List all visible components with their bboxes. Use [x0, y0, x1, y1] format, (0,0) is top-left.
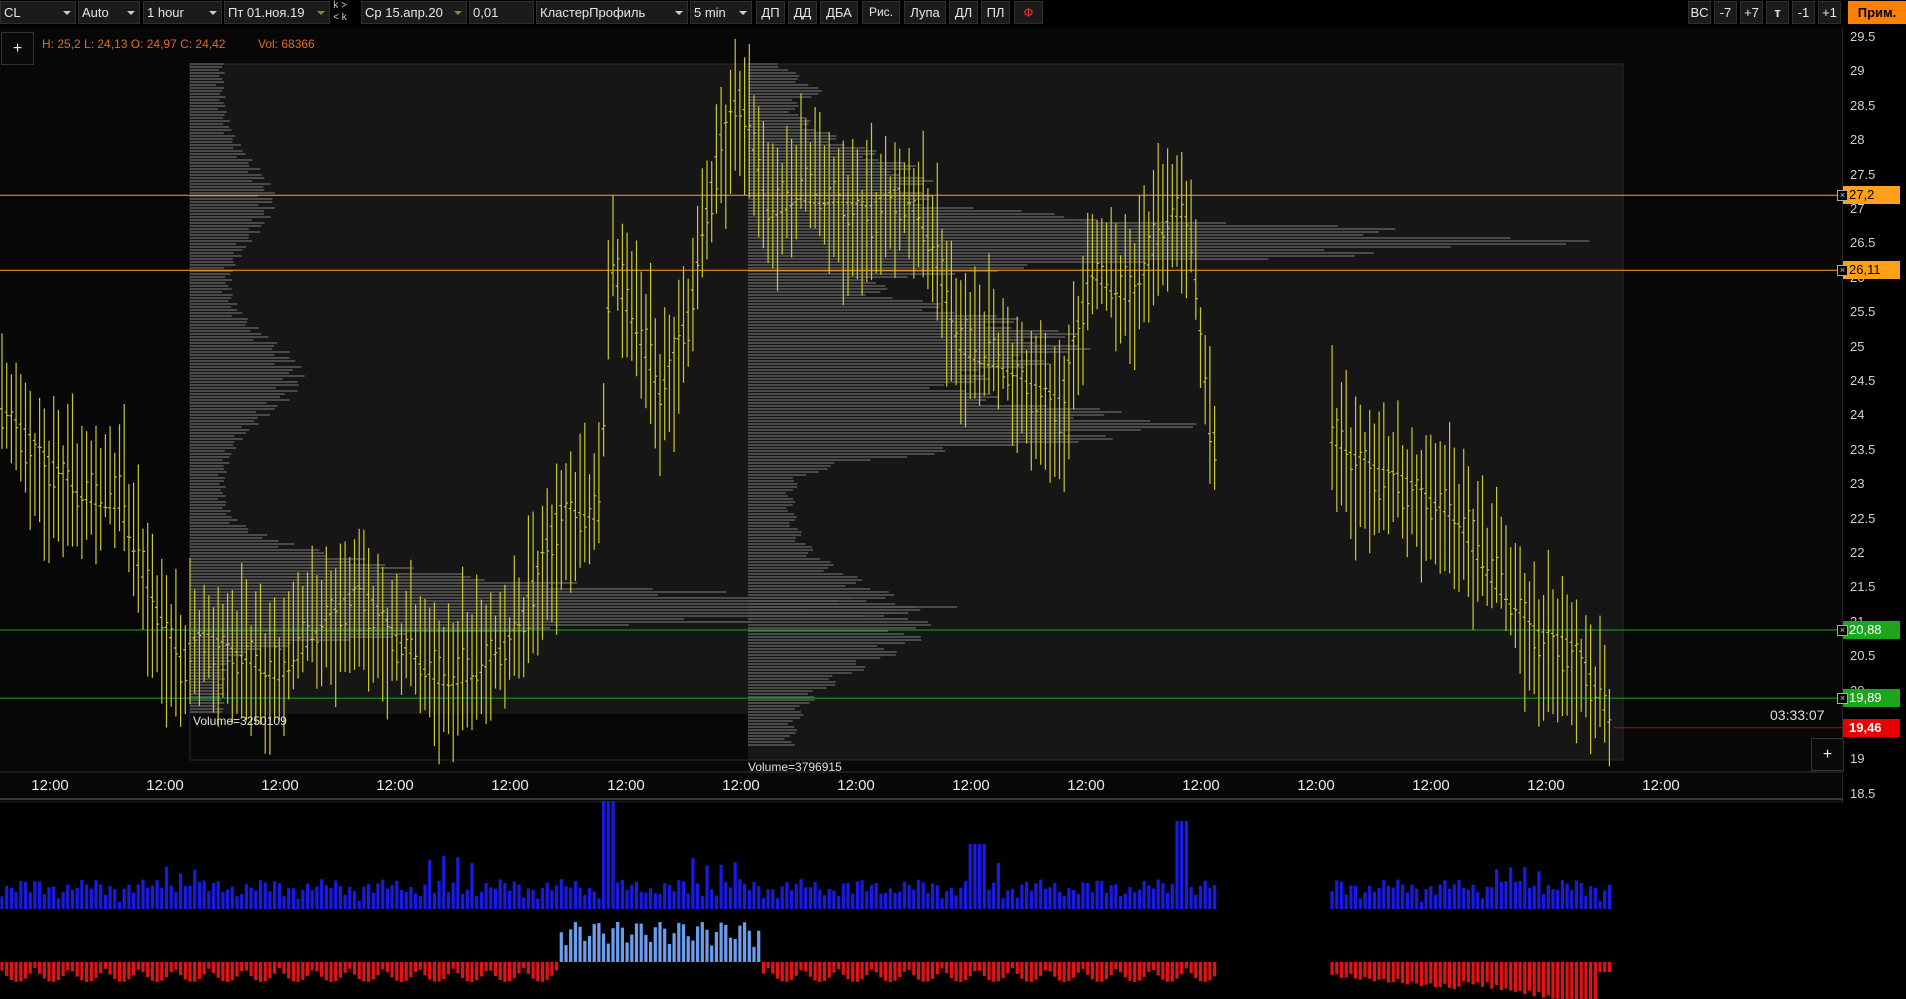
time-tick-label: 12:00: [1642, 777, 1680, 794]
bar-timer: 03:33:07: [1770, 707, 1825, 723]
price-axis[interactable]: 29.52928.52827.52726.52625.52524.52423.5…: [1843, 27, 1906, 802]
price-tick-label: 19: [1850, 751, 1865, 767]
chart-canvas[interactable]: [0, 0, 1906, 999]
price-tick-label: 25.5: [1850, 304, 1876, 320]
time-tick-label: 12:00: [722, 777, 760, 794]
time-tick-label: 12:00: [1297, 777, 1335, 794]
remove-level-icon[interactable]: ×: [1837, 625, 1848, 637]
time-tick-label: 12:00: [261, 777, 299, 794]
price-tick-label: 28: [1850, 132, 1865, 148]
add-pane-button[interactable]: +: [1811, 738, 1844, 771]
price-tick-label: 27.5: [1850, 166, 1876, 182]
price-tick-label: 22.5: [1850, 510, 1876, 526]
price-tick-label: 23.5: [1850, 441, 1876, 457]
time-tick-label: 12:00: [146, 777, 184, 794]
time-tick-label: 12:00: [1412, 777, 1450, 794]
remove-level-icon[interactable]: ×: [1837, 265, 1848, 277]
time-tick-label: 12:00: [1067, 777, 1105, 794]
remove-level-icon[interactable]: ×: [1837, 190, 1848, 202]
price-level-tag[interactable]: 26,11: [1843, 261, 1900, 280]
price-tick-label: 29.5: [1850, 29, 1876, 44]
price-tick-label: 26.5: [1850, 235, 1876, 251]
price-tick-label: 22: [1850, 545, 1865, 560]
time-tick-label: 12:00: [1182, 777, 1220, 794]
remove-level-icon[interactable]: ×: [1837, 693, 1848, 705]
time-tick-label: 12:00: [376, 777, 414, 794]
price-tick-label: 24.5: [1850, 373, 1876, 388]
price-tick-label: 18.5: [1850, 785, 1876, 801]
price-level-tag[interactable]: 19,89: [1843, 689, 1900, 708]
price-tick-label: 20.5: [1850, 648, 1876, 664]
price-level-tag[interactable]: 20,88: [1843, 621, 1900, 640]
price-level-tag[interactable]: 27,2: [1843, 186, 1900, 205]
price-tick-label: 25: [1850, 338, 1865, 354]
price-tick-label: 24: [1850, 407, 1865, 423]
price-tick-label: 29: [1850, 63, 1865, 79]
price-tick-label: 23: [1850, 476, 1865, 492]
time-tick-label: 12:00: [491, 777, 529, 794]
time-tick-label: 12:00: [837, 777, 875, 794]
time-tick-label: 12:00: [952, 777, 990, 794]
profile-volume-label: Volume=3796915: [748, 760, 842, 774]
add-indicator-button[interactable]: +: [1, 32, 34, 65]
time-tick-label: 12:00: [607, 777, 645, 794]
price-tick-label: 21.5: [1850, 579, 1876, 595]
ohlc-readout: H: 25,2 L: 24,13 O: 24,97 C: 24,42: [42, 37, 226, 51]
current-price-tag: 19,46: [1843, 718, 1900, 737]
volume-readout: Vol: 68366: [258, 37, 315, 51]
price-tick-label: 28.5: [1850, 97, 1876, 113]
time-tick-label: 12:00: [1527, 777, 1565, 794]
time-tick-label: 12:00: [31, 777, 69, 794]
profile-volume-label: Volume=3250109: [193, 714, 287, 728]
